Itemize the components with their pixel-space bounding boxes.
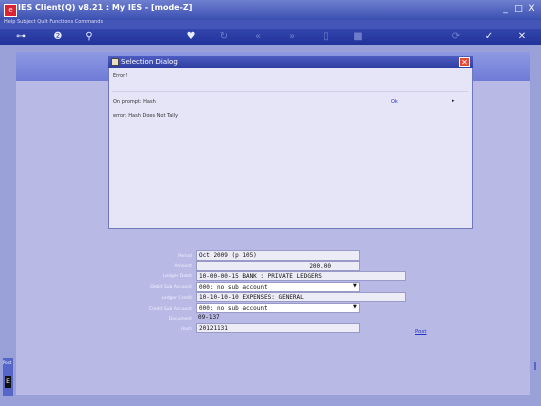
ledger-credit-field[interactable]: 10-10-10-10 EXPENSES: GENERAL: [196, 292, 406, 302]
heart-icon[interactable]: ♥: [183, 30, 199, 44]
dialog-icon: [111, 58, 119, 66]
right-panel: [530, 45, 541, 406]
side-tab-icon[interactable]: E: [5, 376, 11, 388]
dialog-title: Selection Dialog: [121, 58, 178, 66]
dialog-ok-option[interactable]: Ok: [391, 99, 398, 105]
hash-label: Hash: [180, 327, 192, 332]
minimize-button[interactable]: _: [500, 4, 511, 15]
right-marker: [534, 362, 536, 370]
dialog-close-button[interactable]: ✕: [459, 57, 470, 67]
help-icon[interactable]: ❷: [50, 30, 66, 44]
menu-items[interactable]: Help Subject Quit Functions Commands: [4, 19, 103, 25]
amount-field[interactable]: 200.00: [196, 261, 360, 271]
hash-field[interactable]: 20121131: [196, 323, 360, 333]
dialog-error-message: error: Hash Does Not Tally: [113, 113, 179, 119]
selection-dialog: [108, 56, 473, 229]
ok-icon[interactable]: ✓: [481, 30, 497, 44]
period-field[interactable]: Oct 2009 (p 105): [196, 250, 360, 261]
debit-sub-account-label: Debit Sub Account: [150, 285, 192, 290]
period-label: Period: [177, 254, 192, 259]
window-title: IES Client(Q) v8.21 : My IES - [mode-Z]: [18, 3, 193, 12]
settings-icon[interactable]: ⟳: [448, 30, 464, 44]
chevron-down-icon[interactable]: ▼: [353, 283, 357, 289]
close-icon[interactable]: ✕: [514, 30, 530, 44]
delete-icon[interactable]: ▯: [318, 30, 334, 44]
credit-sub-account-select[interactable]: 000: no sub account: [196, 303, 360, 313]
credit-sub-account-label: Credit Sub Account: [148, 307, 192, 312]
status-bar: [0, 398, 541, 406]
ledger-debit-field[interactable]: 10-00-00-15 BANK : PRIVATE LEDGERS: [196, 271, 406, 281]
close-window-button[interactable]: X: [526, 4, 537, 15]
key-icon[interactable]: ⊶: [10, 30, 32, 44]
amount-label: Amount: [174, 264, 192, 269]
dialog-heading: Error!: [113, 73, 128, 79]
document-field[interactable]: 09-137: [196, 313, 360, 323]
app-icon: e: [4, 4, 17, 17]
refresh-icon[interactable]: ↻: [216, 30, 232, 44]
side-tab-label: Post: [3, 360, 12, 365]
rewind-icon[interactable]: «: [250, 30, 266, 44]
left-panel: [0, 45, 16, 406]
post-link[interactable]: Post: [415, 329, 427, 335]
debit-sub-account-select[interactable]: 000: no sub account: [196, 282, 360, 292]
search-icon[interactable]: ⚲: [81, 30, 97, 44]
fast-forward-icon[interactable]: »: [284, 30, 300, 44]
maximize-button[interactable]: □: [513, 4, 524, 15]
arrow-right-icon[interactable]: ▸: [452, 98, 455, 104]
stop-icon[interactable]: ■: [350, 30, 366, 44]
chevron-down-icon[interactable]: ▼: [353, 304, 357, 310]
document-label: Document: [168, 317, 192, 322]
dialog-prompt-label: On prompt: Hash: [113, 99, 156, 105]
ledger-credit-label: Ledger Credit: [161, 296, 193, 301]
dialog-separator: [112, 91, 468, 92]
ledger-debit-label: Ledger Debit: [162, 274, 192, 279]
